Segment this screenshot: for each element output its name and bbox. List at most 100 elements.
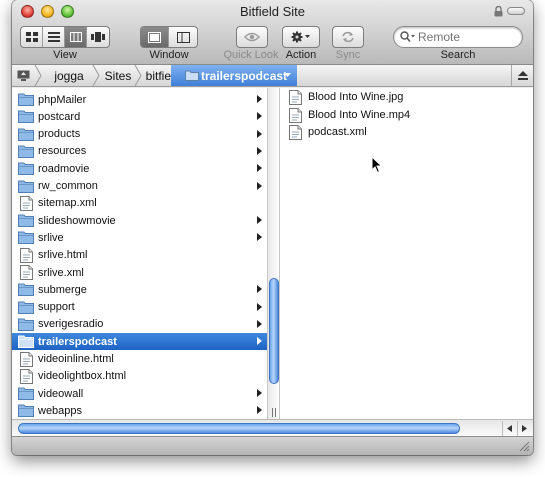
folder-row[interactable]: submerge xyxy=(12,281,267,298)
disclosure-arrow-icon xyxy=(257,302,262,311)
folder-row[interactable]: phpMailer xyxy=(12,91,267,108)
action-cell xyxy=(283,27,319,47)
folder-row[interactable]: webapps xyxy=(12,402,267,419)
computer-icon xyxy=(17,70,29,81)
folder-icon xyxy=(18,179,34,193)
computer-crumb[interactable] xyxy=(12,65,34,86)
column-browser: phpMailer postcard products resources roadmo… xyxy=(12,88,533,419)
folder-row[interactable]: srlive xyxy=(12,229,267,246)
file-row[interactable]: srlive.xml xyxy=(12,264,267,281)
icon-view-button[interactable] xyxy=(21,27,43,47)
item-name: Blood Into Wine.mp4 xyxy=(308,108,411,121)
quicklook-label: Quick Look xyxy=(223,49,279,61)
scroll-left-button[interactable] xyxy=(502,421,516,436)
folder-icon xyxy=(18,300,34,314)
file-row[interactable]: Blood Into Wine.jpg xyxy=(281,89,533,106)
quicklook-button[interactable] xyxy=(236,26,268,48)
item-name: podcast.xml xyxy=(308,126,367,138)
file-row[interactable]: videoinline.html xyxy=(12,351,267,368)
sync-button[interactable] xyxy=(332,26,364,48)
file-row[interactable]: srlive.html xyxy=(12,247,267,264)
toolbar-toggle-button[interactable] xyxy=(507,7,525,15)
item-name: roadmovie xyxy=(38,162,90,175)
document-icon xyxy=(20,265,36,280)
list-view-icon xyxy=(47,32,60,42)
folder-icon xyxy=(18,230,34,245)
folder-row[interactable]: postcard xyxy=(12,108,267,125)
view-segmented-control xyxy=(20,26,110,48)
item-name: submerge xyxy=(38,283,87,296)
file-row[interactable]: videolightbox.html xyxy=(12,368,267,385)
crumb-separator xyxy=(34,65,42,86)
item-name: support xyxy=(38,301,75,314)
item-name: resources xyxy=(38,145,87,158)
eject-icon xyxy=(517,71,528,80)
folder-row[interactable]: roadmovie xyxy=(12,160,267,177)
folder-icon xyxy=(18,109,34,124)
disclosure-arrow-icon xyxy=(257,319,262,328)
file-row[interactable]: Blood Into Wine.mp4 xyxy=(281,107,533,124)
action-button[interactable] xyxy=(282,26,320,48)
folder-row[interactable]: slideshowmovie xyxy=(12,212,267,229)
list-view-button[interactable] xyxy=(43,27,65,47)
coverflow-view-button[interactable] xyxy=(87,27,109,47)
item-name: products xyxy=(38,128,81,141)
disclosure-arrow-icon xyxy=(257,337,262,346)
scroll-right-button[interactable] xyxy=(517,421,531,436)
folder-row[interactable]: trailerspodcast xyxy=(12,333,267,351)
window-title: Bitfield Site xyxy=(239,4,306,19)
horizontal-scroll-thumb[interactable] xyxy=(18,423,460,434)
column-view-button[interactable] xyxy=(65,27,87,47)
crumb-trailerspodcast-label: trailerspodcast xyxy=(201,68,288,83)
folder-row[interactable]: sverigesradio xyxy=(12,316,267,333)
eye-icon xyxy=(244,32,260,42)
folder-row[interactable]: rw_common xyxy=(12,178,267,195)
folder-icon xyxy=(18,92,34,106)
search-field[interactable] xyxy=(393,26,523,48)
folder-icon xyxy=(18,403,34,418)
file-row[interactable]: sitemap.xml xyxy=(12,195,267,212)
crumb-trailerspodcast[interactable]: trailerspodcast xyxy=(171,65,297,86)
column-scrollbar[interactable] xyxy=(268,88,280,419)
document-icon xyxy=(20,247,36,263)
item-name: srlive.html xyxy=(38,249,88,262)
disclosure-arrow-icon xyxy=(257,112,262,121)
column-scroll-thumb[interactable] xyxy=(269,278,279,384)
document-icon xyxy=(20,351,36,367)
icon-view-icon xyxy=(25,32,38,42)
resize-grip-icon[interactable] xyxy=(519,441,530,452)
item-name: videowall xyxy=(38,387,84,400)
crumb-sites[interactable]: Sites xyxy=(100,65,136,86)
search-input[interactable] xyxy=(418,30,518,44)
folder-icon xyxy=(18,161,34,176)
chevron-down-icon xyxy=(305,35,310,38)
action-label: Action xyxy=(285,49,317,61)
item-name: rw_common xyxy=(38,180,98,192)
folder-icon xyxy=(18,334,34,349)
window-label: Window xyxy=(149,49,189,61)
finder-window: Bitfield Site View Window Quick Look Act… xyxy=(12,0,533,455)
document-icon xyxy=(20,195,36,211)
crumb-separator xyxy=(134,65,142,86)
show-sidebar-button[interactable] xyxy=(169,27,197,47)
folder-icon xyxy=(185,70,199,81)
mouse-cursor-icon xyxy=(371,156,383,174)
item-name: trailerspodcast xyxy=(38,335,117,348)
parent-column: phpMailer postcard products resources roadmo… xyxy=(12,88,267,419)
file-row[interactable]: podcast.xml xyxy=(281,124,533,141)
folder-row[interactable]: products xyxy=(12,126,267,143)
folder-row[interactable]: support xyxy=(12,299,267,316)
folder-row[interactable]: videowall xyxy=(12,385,267,402)
document-icon xyxy=(289,107,302,123)
item-name: webapps xyxy=(38,404,83,417)
folder-icon xyxy=(18,127,34,141)
eject-button[interactable] xyxy=(511,65,533,86)
folder-icon xyxy=(18,213,34,228)
crumb-jogga[interactable]: jogga xyxy=(44,65,94,86)
hide-sidebar-button[interactable] xyxy=(141,27,169,47)
horizontal-scrollbar[interactable] xyxy=(12,419,533,436)
item-name: sverigesradio xyxy=(38,318,104,331)
column-resize-handle[interactable] xyxy=(271,408,277,417)
folder-row[interactable]: resources xyxy=(12,143,267,160)
disclosure-arrow-icon xyxy=(257,129,262,138)
